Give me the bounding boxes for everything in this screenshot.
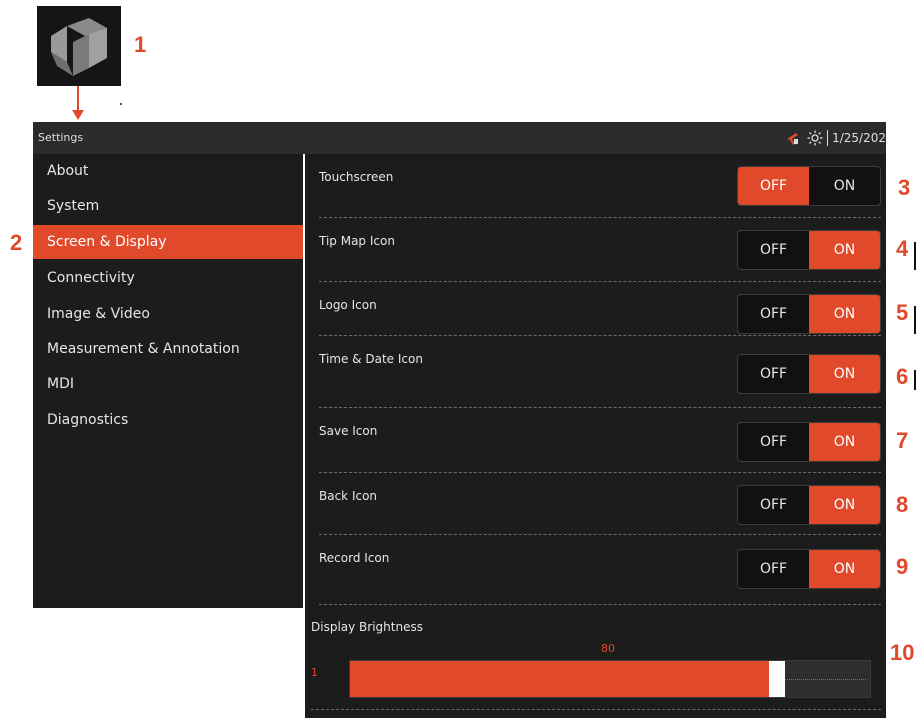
setting-row-time-date-icon: Time & Date Icon OFF ON [305, 336, 886, 400]
edge-marker [914, 306, 916, 334]
setting-label: Tip Map Icon [319, 234, 395, 248]
sidebar-item-connectivity[interactable]: Connectivity [33, 261, 303, 295]
slider-remaining-track [777, 679, 866, 680]
back-icon-toggle[interactable]: OFF ON [737, 485, 881, 525]
logo-icon-toggle[interactable]: OFF ON [737, 294, 881, 334]
setting-row-tip-map-icon: Tip Map Icon OFF ON [305, 218, 886, 282]
sidebar-item-diagnostics[interactable]: Diagnostics [33, 403, 303, 437]
sidebar-item-mdi[interactable]: MDI [33, 367, 303, 401]
status-separator [827, 130, 829, 146]
brand-logo [37, 6, 121, 86]
setting-label: Record Icon [319, 551, 390, 565]
setting-label: Logo Icon [319, 298, 377, 312]
toggle-on-option[interactable]: ON [809, 295, 880, 333]
brightness-slider[interactable] [349, 660, 871, 698]
device-screen: Settings 1/25/202 About System Screen & … [33, 122, 886, 718]
toggle-off-option[interactable]: OFF [738, 550, 809, 588]
toggle-off-option[interactable]: OFF [738, 355, 809, 393]
setting-label: Time & Date Icon [319, 352, 423, 366]
toggle-on-option[interactable]: ON [809, 423, 880, 461]
setting-label: Save Icon [319, 424, 378, 438]
row-divider [319, 604, 881, 605]
sidebar-item-image-video[interactable]: Image & Video [33, 297, 303, 331]
setting-row-record-icon: Record Icon OFF ON [305, 535, 886, 599]
toggle-on-option[interactable]: ON [809, 167, 880, 205]
edge-marker [914, 242, 916, 270]
record-icon-toggle[interactable]: OFF ON [737, 549, 881, 589]
callout-9: 9 [896, 554, 909, 579]
callout-10: 10 [890, 640, 915, 665]
touchscreen-toggle[interactable]: OFF ON [737, 166, 881, 206]
window-title: Settings [38, 131, 84, 144]
sidebar-item-system[interactable]: System [33, 189, 303, 223]
brightness-value: 80 [601, 642, 615, 655]
toggle-off-option[interactable]: OFF [738, 423, 809, 461]
sidebar-item-measurement-annotation[interactable]: Measurement & Annotation [33, 332, 303, 366]
callout-4: 4 [896, 236, 909, 261]
toggle-off-option[interactable]: OFF [738, 167, 809, 205]
callout-3: 3 [898, 175, 911, 200]
brand-logo-icon [51, 18, 107, 76]
decor-dot [120, 103, 122, 105]
callout-arrow [77, 86, 79, 113]
callout-7: 7 [896, 428, 909, 453]
status-date: 1/25/202 [832, 131, 886, 145]
toggle-on-option[interactable]: ON [809, 550, 880, 588]
title-bar: Settings 1/25/202 [33, 122, 886, 154]
sidebar-item-about[interactable]: About [33, 154, 303, 188]
slider-fill [350, 661, 769, 697]
toggle-on-option[interactable]: ON [809, 231, 880, 269]
brightness-sun-icon [807, 130, 823, 146]
brightness-min: 1 [311, 666, 318, 679]
settings-sidebar: About System Screen & Display Connectivi… [33, 154, 303, 608]
sidebar-item-screen-display[interactable]: Screen & Display [33, 225, 303, 259]
setting-row-back-icon: Back Icon OFF ON [305, 473, 886, 537]
setting-row-save-icon: Save Icon OFF ON [305, 408, 886, 472]
status-area: 1/25/202 [785, 128, 886, 148]
brightness-label: Display Brightness [311, 620, 423, 634]
slider-thumb[interactable] [769, 661, 785, 697]
callout-6: 6 [896, 364, 909, 389]
toggle-off-option[interactable]: OFF [738, 295, 809, 333]
probe-gun-icon [787, 133, 799, 145]
tip-map-icon-toggle[interactable]: OFF ON [737, 230, 881, 270]
callout-8: 8 [896, 492, 909, 517]
callout-5: 5 [896, 300, 909, 325]
toggle-on-option[interactable]: ON [809, 355, 880, 393]
row-divider [311, 709, 881, 710]
setting-label: Back Icon [319, 489, 378, 503]
toggle-off-option[interactable]: OFF [738, 486, 809, 524]
setting-row-touchscreen: Touchscreen OFF ON [305, 154, 886, 218]
toggle-off-option[interactable]: OFF [738, 231, 809, 269]
save-icon-toggle[interactable]: OFF ON [737, 422, 881, 462]
callout-arrow-head [72, 110, 84, 120]
time-date-icon-toggle[interactable]: OFF ON [737, 354, 881, 394]
setting-label: Touchscreen [319, 170, 394, 184]
callout-1: 1 [134, 32, 147, 57]
settings-content: Touchscreen OFF ON Tip Map Icon OFF ON L… [305, 154, 886, 718]
callout-2: 2 [10, 230, 23, 255]
edge-marker [914, 370, 916, 390]
toggle-on-option[interactable]: ON [809, 486, 880, 524]
